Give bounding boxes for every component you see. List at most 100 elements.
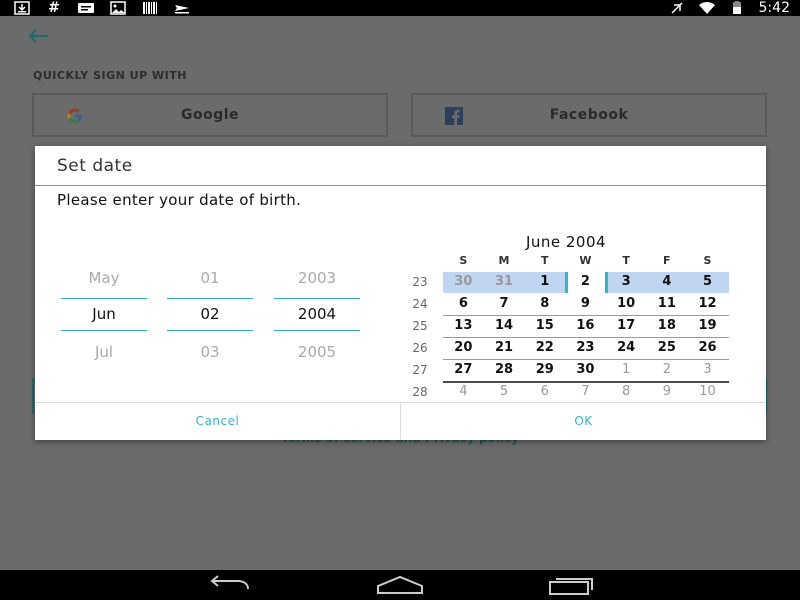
- back-arrow-icon[interactable]: [26, 26, 50, 46]
- dow-monday: M: [498, 254, 510, 267]
- week-number: 27: [412, 363, 428, 377]
- home-icon[interactable]: [376, 575, 424, 595]
- calendar-day[interactable]: 25: [647, 340, 688, 355]
- calendar-day[interactable]: 13: [443, 318, 484, 333]
- calendar-day[interactable]: 5: [687, 274, 728, 289]
- calendar-week-row: 25 13 14 15 16 17 18 19: [400, 316, 735, 337]
- clock: 5:42: [758, 0, 790, 16]
- system-icons: 5:42: [669, 0, 790, 16]
- calendar-day[interactable]: 30: [565, 362, 606, 377]
- dialog-title: Set date: [57, 156, 133, 176]
- cancel-button[interactable]: Cancel: [35, 403, 400, 440]
- day-prev[interactable]: 01: [167, 269, 253, 287]
- month-divider-top: [61, 298, 147, 299]
- week-number: 28: [412, 385, 428, 399]
- day-current[interactable]: 02: [167, 305, 253, 323]
- calendar-day[interactable]: 3: [606, 274, 647, 289]
- calendar-day[interactable]: 3: [687, 362, 728, 377]
- calendar-day[interactable]: 26: [687, 340, 728, 355]
- dialog-message: Please enter your date of birth.: [57, 191, 302, 209]
- calendar-day[interactable]: 8: [606, 384, 647, 399]
- month-prev[interactable]: May: [61, 269, 147, 287]
- week-number: 26: [412, 341, 428, 355]
- calendar-day[interactable]: 16: [565, 318, 606, 333]
- recents-icon[interactable]: [548, 575, 596, 595]
- calendar-day[interactable]: 14: [484, 318, 525, 333]
- calendar-day[interactable]: 1: [606, 362, 647, 377]
- calendar-day[interactable]: 7: [565, 384, 606, 399]
- year-prev[interactable]: 2003: [274, 269, 360, 287]
- calendar-day[interactable]: 9: [647, 384, 688, 399]
- day-divider-bottom: [167, 330, 253, 331]
- year-current[interactable]: 2004: [274, 305, 360, 323]
- set-date-dialog: Set date Please enter your date of birth…: [35, 146, 766, 440]
- facebook-label: Facebook: [549, 107, 629, 123]
- calendar-day[interactable]: 7: [484, 296, 525, 311]
- calendar-day[interactable]: 11: [647, 296, 688, 311]
- calendar-day[interactable]: 9: [565, 296, 606, 311]
- battery-icon: [732, 1, 741, 14]
- week-number: 23: [412, 275, 428, 289]
- hash-icon: #: [48, 0, 60, 16]
- calendar-day[interactable]: 10: [687, 384, 728, 399]
- calendar-day[interactable]: 6: [443, 296, 484, 311]
- calendar-day[interactable]: 5: [484, 384, 525, 399]
- calendar-day[interactable]: 20: [443, 340, 484, 355]
- year-next[interactable]: 2005: [274, 343, 360, 361]
- calendar-month-title: June 2004: [525, 233, 607, 251]
- calendar-day[interactable]: 6: [524, 384, 565, 399]
- calendar-day[interactable]: 15: [524, 318, 565, 333]
- day-next[interactable]: 03: [167, 343, 253, 361]
- hidden-button-edge-left: [32, 378, 34, 414]
- calendar-day[interactable]: 27: [443, 362, 484, 377]
- calendar-week-row: 24 6 7 8 9 10 11 12: [400, 294, 735, 315]
- calendar-day[interactable]: 10: [606, 296, 647, 311]
- calendar-day[interactable]: 8: [524, 296, 565, 311]
- back-icon[interactable]: [204, 575, 252, 595]
- facebook-sign-in-button[interactable]: Facebook: [411, 93, 767, 137]
- calendar-day[interactable]: 24: [606, 340, 647, 355]
- navigation-bar: [0, 570, 800, 600]
- calendar-day[interactable]: 19: [687, 318, 728, 333]
- barcode-icon: [143, 2, 157, 14]
- calendar-day-selected[interactable]: 2: [565, 274, 606, 289]
- week-number: 24: [412, 297, 428, 311]
- dow-wednesday: W: [579, 254, 592, 267]
- calendar-day[interactable]: 23: [565, 340, 606, 355]
- message-icon: [78, 3, 94, 13]
- calendar-day[interactable]: 21: [484, 340, 525, 355]
- title-divider: [35, 185, 766, 186]
- calendar-day[interactable]: 18: [647, 318, 688, 333]
- google-sign-in-button[interactable]: Google: [32, 93, 388, 137]
- dow-saturday: S: [703, 254, 712, 267]
- calendar-day[interactable]: 30: [443, 274, 484, 289]
- status-bar: # 5:42: [0, 0, 800, 16]
- dow-thursday: T: [622, 254, 630, 267]
- download-icon: [14, 1, 30, 15]
- month-current[interactable]: Jun: [61, 305, 147, 323]
- dow-friday: F: [663, 254, 671, 267]
- plane-icon: [175, 5, 189, 14]
- calendar-day[interactable]: 22: [524, 340, 565, 355]
- calendar-week-row: 28 4 5 6 7 8 9 10: [400, 382, 735, 403]
- calendar-day[interactable]: 12: [687, 296, 728, 311]
- month-next[interactable]: Jul: [61, 343, 147, 361]
- day-divider-top: [167, 298, 253, 299]
- google-label: Google: [180, 107, 240, 123]
- calendar-day[interactable]: 4: [443, 384, 484, 399]
- calendar-day[interactable]: 1: [524, 274, 565, 289]
- calendar-day[interactable]: 17: [606, 318, 647, 333]
- calendar-day[interactable]: 4: [647, 274, 688, 289]
- notification-icons: #: [14, 1, 190, 15]
- calendar-day[interactable]: 28: [484, 362, 525, 377]
- calendar-week-row: 26 20 21 22 23 24 25 26: [400, 338, 735, 359]
- wifi-icon: [698, 1, 715, 14]
- calendar-day[interactable]: 31: [484, 274, 525, 289]
- calendar-day[interactable]: 2: [647, 362, 688, 377]
- month-divider-bottom: [61, 330, 147, 331]
- image-icon: [110, 1, 126, 15]
- ok-button[interactable]: OK: [401, 403, 766, 440]
- calendar-day[interactable]: 29: [524, 362, 565, 377]
- calendar-week-row: 27 27 28 29 30 1 2 3: [400, 360, 735, 381]
- dow-sunday: S: [459, 254, 468, 267]
